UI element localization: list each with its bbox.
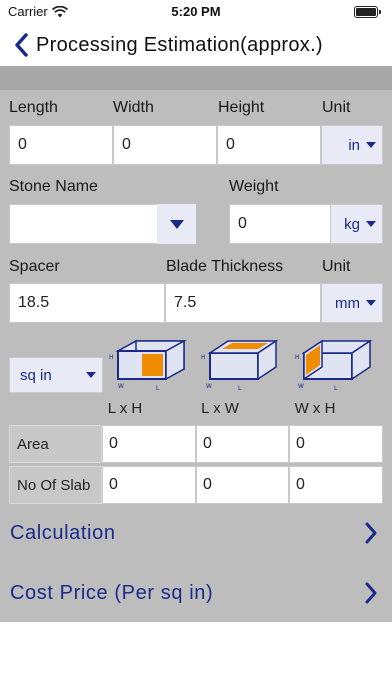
battery-icon bbox=[354, 6, 381, 18]
calculation-label: Calculation bbox=[10, 521, 116, 544]
cost-price-row[interactable]: Cost Price (Per sq in) bbox=[0, 568, 392, 618]
width-input[interactable]: 0 bbox=[113, 125, 217, 165]
diagram-l-label: L bbox=[238, 385, 242, 392]
cost-price-label: Cost Price (Per sq in) bbox=[10, 581, 214, 604]
caret-down-icon bbox=[366, 300, 376, 306]
spacer-label: Spacer bbox=[9, 258, 60, 275]
weight-unit-select[interactable]: kg bbox=[330, 204, 383, 244]
area-row-label: Area bbox=[9, 425, 102, 463]
slab-lxw-value: 0 bbox=[196, 466, 289, 504]
spacer-unit-value: mm bbox=[335, 294, 360, 312]
diagram-l-label: L bbox=[156, 385, 160, 392]
top-strip bbox=[0, 66, 392, 90]
chevron-right-icon bbox=[365, 522, 377, 544]
diagram-w-label: W bbox=[118, 383, 124, 390]
blade-thickness-label: Blade Thickness bbox=[166, 258, 284, 275]
diagram-h-label: H bbox=[295, 354, 300, 361]
area-lxh-value: 0 bbox=[102, 425, 196, 463]
length-input[interactable]: 0 bbox=[9, 125, 113, 165]
caret-down-icon bbox=[366, 221, 376, 227]
box-diagram-lxh: H W L bbox=[109, 339, 187, 392]
navigation-bar: Processing Estimation(approx.) bbox=[0, 24, 392, 66]
weight-unit-value: kg bbox=[344, 215, 360, 233]
form-panel: Length Width Height Unit 0 0 0 in Stone … bbox=[0, 66, 392, 622]
spacer-unit-label: Unit bbox=[322, 258, 351, 275]
dimension-unit-value: in bbox=[348, 136, 360, 154]
slab-row-label: No Of Slab bbox=[9, 466, 102, 504]
diagram-l-label: L bbox=[334, 385, 338, 392]
page-title: Processing Estimation(approx.) bbox=[36, 33, 323, 56]
diagram-h-label: H bbox=[201, 354, 206, 361]
height-input[interactable]: 0 bbox=[217, 125, 321, 165]
caret-down-icon bbox=[366, 142, 376, 148]
status-time: 5:20 PM bbox=[171, 4, 221, 19]
slab-lxh-value: 0 bbox=[102, 466, 196, 504]
width-label: Width bbox=[113, 99, 154, 116]
caret-down-icon bbox=[169, 219, 184, 229]
slab-wxh-value: 0 bbox=[289, 466, 383, 504]
area-wxh-value: 0 bbox=[289, 425, 383, 463]
height-label: Height bbox=[218, 99, 265, 116]
bottom-blank-area bbox=[0, 622, 392, 696]
box-diagram-wxh: H W L bbox=[295, 339, 373, 392]
diagram-w-label: W bbox=[298, 383, 304, 390]
unit-label: Unit bbox=[322, 99, 351, 116]
chevron-right-icon bbox=[365, 582, 377, 604]
area-unit-select[interactable]: sq in bbox=[9, 357, 103, 393]
calculation-row[interactable]: Calculation bbox=[0, 508, 392, 558]
column-header-wxh: W x H bbox=[294, 400, 336, 417]
diagram-h-label: H bbox=[109, 354, 114, 361]
column-header-lxw: L x W bbox=[201, 400, 239, 417]
area-unit-value: sq in bbox=[20, 366, 52, 384]
length-label: Length bbox=[9, 99, 58, 116]
column-header-lxh: L x H bbox=[107, 400, 143, 417]
stone-name-label: Stone Name bbox=[9, 178, 98, 195]
box-diagram-lxw: H W L bbox=[201, 339, 279, 392]
diagram-w-label: W bbox=[206, 383, 212, 390]
spacer-unit-select[interactable]: mm bbox=[321, 283, 383, 323]
dimension-unit-select[interactable]: in bbox=[321, 125, 383, 165]
status-bar: Carrier 5:20 PM bbox=[0, 0, 392, 24]
weight-input[interactable]: 0 bbox=[229, 204, 333, 244]
stone-name-dropdown-button[interactable] bbox=[157, 204, 196, 244]
area-lxw-value: 0 bbox=[196, 425, 289, 463]
blade-thickness-input[interactable]: 7.5 bbox=[165, 283, 321, 323]
chevron-left-icon bbox=[15, 33, 28, 57]
spacer-input[interactable]: 18.5 bbox=[9, 283, 165, 323]
weight-label: Weight bbox=[229, 178, 279, 195]
back-button[interactable] bbox=[6, 25, 36, 65]
stone-name-field[interactable] bbox=[9, 204, 159, 244]
caret-down-icon bbox=[86, 372, 96, 378]
